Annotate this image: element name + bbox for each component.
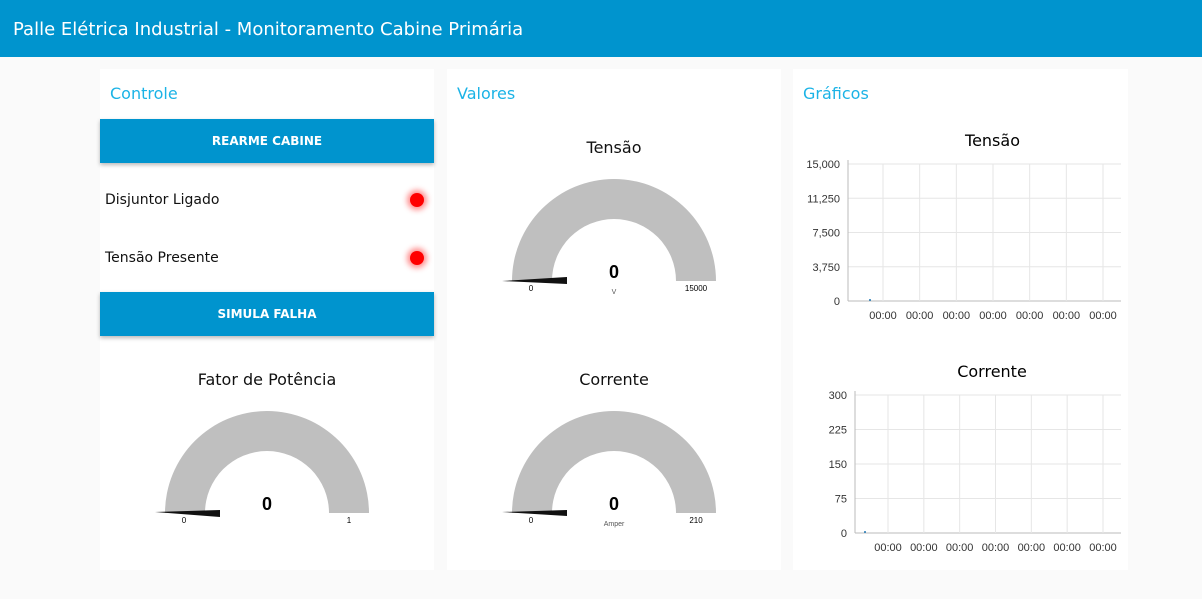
corrente-gauge-min: 0 (529, 516, 534, 525)
tensao-chart: Tensão 0 3,750 7,500 11,250 15,000 00:00 00:00 0… (806, 131, 1121, 322)
fator-gauge-max: 1 (347, 516, 352, 525)
corrente-chart-xtick: 00:00 (946, 542, 974, 554)
corrente-gauge-unit: Amper (604, 521, 625, 528)
corrente-chart-ytick: 0 (841, 528, 847, 540)
valores-card: Valores Tensão 0 V 0 15000 Corrente 0 Am… (447, 69, 781, 570)
corrente-chart-xtick: 00:00 (874, 542, 902, 554)
corrente-chart-xtick: 00:00 (1089, 542, 1117, 554)
disjuntor-status-row: Disjuntor Ligado (100, 185, 434, 215)
corrente-gauge-title: Corrente (579, 370, 649, 389)
tensao-presente-label: Tensão Presente (105, 250, 219, 266)
corrente-chart-ytick: 150 (829, 459, 847, 471)
fator-gauge-needle-icon (155, 510, 220, 517)
graficos-title: Gráficos (803, 84, 869, 103)
corrente-gauge-max: 210 (689, 516, 703, 525)
tensao-gauge-max: 15000 (685, 284, 708, 293)
graficos-card: Gráficos Tensão 0 3,750 7,500 11,250 15,000 00… (793, 69, 1128, 570)
controle-card: Controle REARME CABINE Disjuntor Ligado … (100, 69, 434, 570)
tensao-chart-ytick: 11,250 (807, 193, 840, 205)
top-bar: Palle Elétrica Industrial - Monitorament… (0, 0, 1202, 57)
corrente-gauge: 0 Amper 0 210 (502, 411, 716, 528)
tensao-chart-point (869, 299, 871, 301)
tensao-gauge-value: 0 (609, 262, 619, 282)
corrente-chart-xtick: 00:00 (982, 542, 1010, 554)
tensao-gauge-title: Tensão (586, 138, 642, 157)
corrente-chart-ytick: 225 (829, 425, 847, 437)
disjuntor-led-icon (410, 193, 424, 207)
tensao-gauge-min: 0 (529, 284, 534, 293)
tensao-led-icon (410, 251, 424, 265)
tensao-chart-xtick: 00:00 (979, 310, 1007, 322)
page-title: Palle Elétrica Industrial - Monitorament… (13, 19, 524, 40)
corrente-gauge-value: 0 (609, 494, 619, 514)
corrente-chart-title: Corrente (957, 362, 1027, 381)
corrente-chart-xtick: 00:00 (1053, 542, 1081, 554)
disjuntor-label: Disjuntor Ligado (105, 192, 220, 208)
tensao-chart-ytick: 3,750 (812, 262, 840, 274)
tensao-status-row: Tensão Presente (100, 243, 434, 273)
corrente-chart-xtick: 00:00 (910, 542, 938, 554)
corrente-chart-point (864, 531, 866, 533)
tensao-chart-ytick: 15,000 (806, 159, 840, 171)
fator-gauge: 0 0 1 (155, 411, 369, 525)
tensao-chart-xtick: 00:00 (906, 310, 934, 322)
fator-gauge-title: Fator de Potência (197, 370, 337, 389)
tensao-chart-title: Tensão (964, 131, 1020, 150)
tensao-chart-xtick: 00:00 (1053, 310, 1081, 322)
tensao-gauge-unit: V (612, 289, 617, 296)
tensao-chart-ytick: 7,500 (812, 228, 840, 240)
fator-gauge-min: 0 (182, 516, 187, 525)
tensao-chart-xtick: 00:00 (1016, 310, 1044, 322)
simula-falha-button[interactable]: SIMULA FALHA (100, 292, 434, 336)
tensao-chart-ytick: 0 (834, 296, 840, 308)
corrente-chart-ytick: 75 (835, 494, 847, 506)
fator-gauge-value: 0 (262, 494, 272, 514)
rearme-cabine-button[interactable]: REARME CABINE (100, 119, 434, 163)
corrente-chart: Corrente 0 75 150 225 300 00:00 00:00 00:00 00:00… (829, 362, 1121, 554)
tensao-chart-xtick: 00:00 (943, 310, 971, 322)
tensao-chart-xtick: 00:00 (1089, 310, 1117, 322)
tensao-chart-xtick: 00:00 (869, 310, 897, 322)
corrente-chart-ytick: 300 (829, 390, 847, 402)
valores-title: Valores (457, 84, 516, 103)
corrente-chart-xtick: 00:00 (1018, 542, 1046, 554)
controle-title: Controle (110, 84, 178, 103)
tensao-gauge: 0 V 0 15000 (502, 179, 716, 296)
